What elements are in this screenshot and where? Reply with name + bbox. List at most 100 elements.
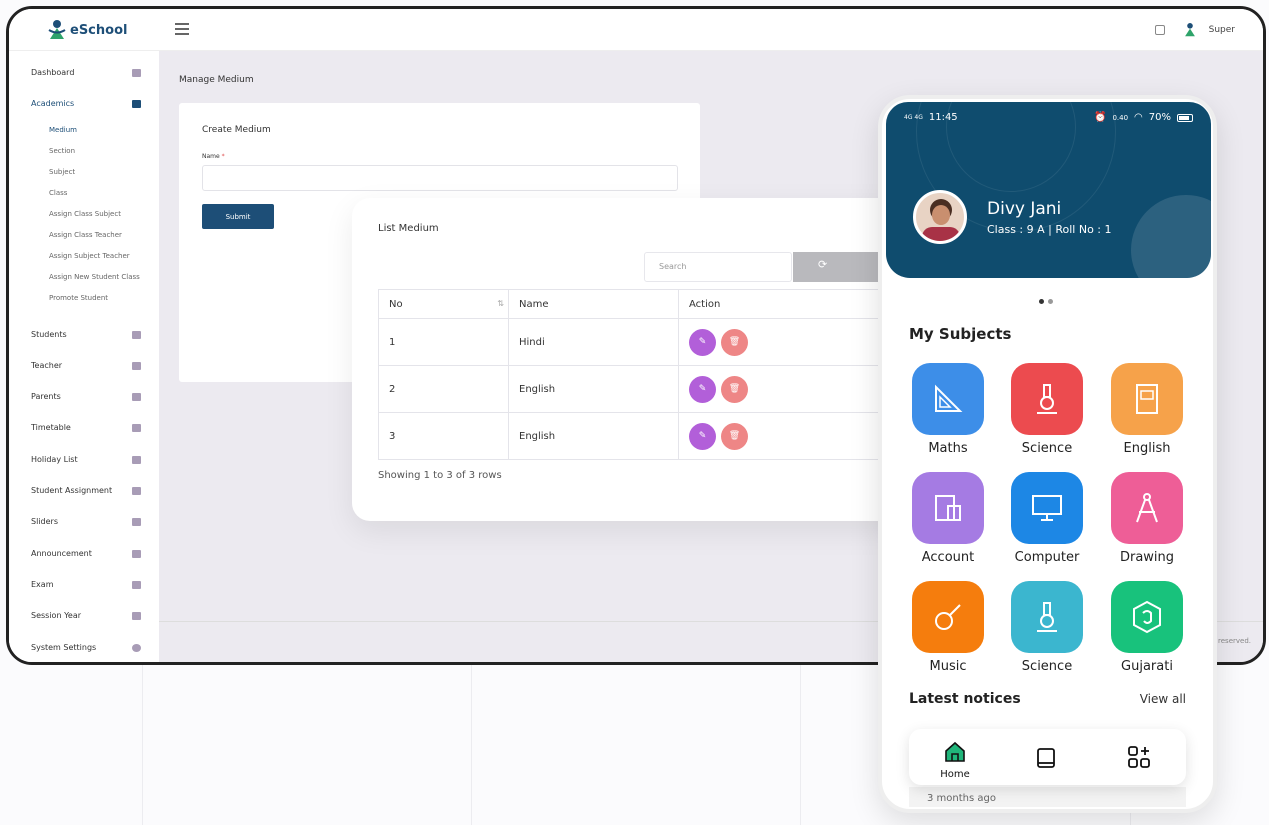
sidebar-item-announcement[interactable]: Announcement: [31, 549, 141, 558]
delete-button[interactable]: 🗑: [721, 375, 748, 403]
sidebar-item-student-assignment[interactable]: Student Assignment: [31, 486, 141, 495]
name-input[interactable]: [202, 165, 678, 191]
create-medium-title: Create Medium: [202, 125, 271, 135]
cell-no: 1: [378, 318, 509, 366]
sidebar-sub-assign-class-teacher[interactable]: Assign Class Teacher: [49, 231, 122, 239]
graduation-cap-icon: [132, 330, 141, 339]
institution-icon: [132, 99, 141, 108]
clock: 11:45: [928, 112, 958, 123]
pagination-info: Showing 1 to 3 of 3 rows: [378, 470, 502, 481]
name-label-text: Name: [202, 153, 220, 160]
column-header-no[interactable]: No ⇅: [378, 289, 509, 319]
table-row: 1 Hindi ✎ 🗑: [378, 318, 912, 366]
guitar-icon: [912, 581, 984, 653]
sidebar-item-label: Sliders: [31, 517, 58, 526]
subject-name: Science: [1021, 441, 1073, 456]
network-indicator: 4G 4G: [904, 114, 923, 121]
table-row: 2 English ✎ 🗑: [378, 365, 912, 413]
edit-button[interactable]: ✎: [689, 375, 716, 403]
subject-name: Science: [1021, 659, 1073, 674]
sidebar-item-label: Academics: [31, 99, 75, 108]
sort-icon: ⇅: [497, 298, 504, 308]
cell-name: Hindi: [508, 318, 679, 366]
cell-action: ✎ 🗑: [678, 365, 912, 413]
subject-drawing[interactable]: Drawing: [1102, 472, 1192, 565]
subject-name: Drawing: [1119, 550, 1175, 565]
sidebar-item-exam[interactable]: Exam: [31, 580, 141, 589]
notice-age: 3 months ago: [927, 793, 996, 804]
nav-books[interactable]: [1035, 747, 1057, 773]
sidebar-item-label: Announcement: [31, 549, 92, 558]
sidebar-sub-section[interactable]: Section: [49, 147, 75, 155]
tasks-icon: [132, 486, 141, 495]
gujarati-letter-icon: [1111, 581, 1183, 653]
book-icon: [132, 580, 141, 589]
sidebar-sub-assign-class-subject[interactable]: Assign Class Subject: [49, 210, 121, 218]
sidebar-sub-subject[interactable]: Subject: [49, 168, 75, 176]
data-speed: 0.40: [1112, 113, 1129, 122]
subject-name: Computer: [1014, 550, 1080, 565]
student-avatar[interactable]: [913, 190, 967, 244]
ruler-icon: [912, 363, 984, 435]
edit-button[interactable]: ✎: [689, 328, 716, 356]
search-input[interactable]: Search: [644, 252, 792, 282]
menu-toggle-icon[interactable]: [175, 23, 189, 35]
sidebar-item-label: Students: [31, 330, 67, 339]
my-subjects-title: My Subjects: [909, 325, 1012, 343]
subject-gujarati[interactable]: Gujarati: [1102, 581, 1192, 674]
user-menu[interactable]: Super: [1183, 22, 1235, 38]
sidebar-item-teacher[interactable]: Teacher: [31, 361, 141, 370]
subject-computer[interactable]: Computer: [1002, 472, 1092, 565]
subject-english[interactable]: English: [1102, 363, 1192, 456]
sidebar-sub-promote-student[interactable]: Promote Student: [49, 294, 108, 302]
check-icon: [132, 549, 141, 558]
book-icon: [1037, 748, 1055, 768]
sidebar-item-parents[interactable]: Parents: [31, 392, 141, 401]
gear-icon: [132, 643, 141, 652]
sidebar-sub-class[interactable]: Class: [49, 189, 67, 197]
submit-button[interactable]: Submit: [202, 204, 274, 229]
required-marker: *: [221, 153, 225, 160]
sidebar-item-dashboard[interactable]: Dashboard: [31, 68, 141, 77]
subject-account[interactable]: Account: [903, 472, 993, 565]
logo[interactable]: eSchool: [47, 19, 127, 41]
list-medium-title: List Medium: [378, 223, 439, 234]
sidebar-item-holiday-list[interactable]: Holiday List: [31, 455, 141, 464]
language-icon[interactable]: [1154, 25, 1165, 35]
delete-button[interactable]: 🗑: [721, 422, 748, 450]
cell-name: English: [508, 365, 679, 413]
subject-name: Music: [929, 659, 967, 674]
sidebar-item-session-year[interactable]: Session Year: [31, 611, 141, 620]
sidebar-item-timetable[interactable]: Timetable: [31, 423, 141, 432]
subject-music[interactable]: Music: [903, 581, 993, 674]
medium-table: No ⇅ Name Action 1 Hindi ✎ 🗑 2 English ✎ 🗑 …: [378, 289, 912, 460]
sidebar-sub-assign-subject-teacher[interactable]: Assign Subject Teacher: [49, 252, 130, 260]
calendar-icon: [132, 611, 141, 620]
sidebar-sub-assign-new-student-class[interactable]: Assign New Student Class: [49, 273, 140, 281]
sidebar-item-sliders[interactable]: Sliders: [31, 517, 141, 526]
brand-name: eSchool: [70, 22, 128, 38]
carousel-dots[interactable]: [1039, 299, 1053, 304]
edit-button[interactable]: ✎: [689, 422, 716, 450]
subject-science[interactable]: Science: [1002, 363, 1092, 456]
view-all-link[interactable]: View all: [1140, 692, 1186, 706]
sidebar-item-label: Exam: [31, 580, 54, 589]
sidebar-item-system-settings[interactable]: System Settings: [31, 643, 141, 652]
student-name: Divy Jani: [987, 199, 1062, 219]
sidebar-item-label: Parents: [31, 392, 61, 401]
sidebar-item-label: Dashboard: [31, 68, 75, 77]
nav-more[interactable]: [1127, 745, 1151, 773]
topbar-right: Super: [1154, 22, 1235, 38]
user-avatar-icon: [1184, 23, 1195, 37]
subject-science-2[interactable]: Science: [1002, 581, 1092, 674]
header-decoration: [1131, 195, 1211, 278]
cell-action: ✎ 🗑: [678, 318, 912, 366]
nav-home[interactable]: Home: [935, 741, 975, 780]
delete-button[interactable]: 🗑: [721, 328, 748, 356]
sidebar-item-students[interactable]: Students: [31, 330, 141, 339]
sidebar-item-academics[interactable]: Academics: [31, 99, 141, 108]
subject-maths[interactable]: Maths: [903, 363, 993, 456]
sidebar-sub-medium[interactable]: Medium: [49, 126, 77, 134]
microscope-icon: [1011, 363, 1083, 435]
footer-text: s reserved.: [1212, 637, 1251, 645]
